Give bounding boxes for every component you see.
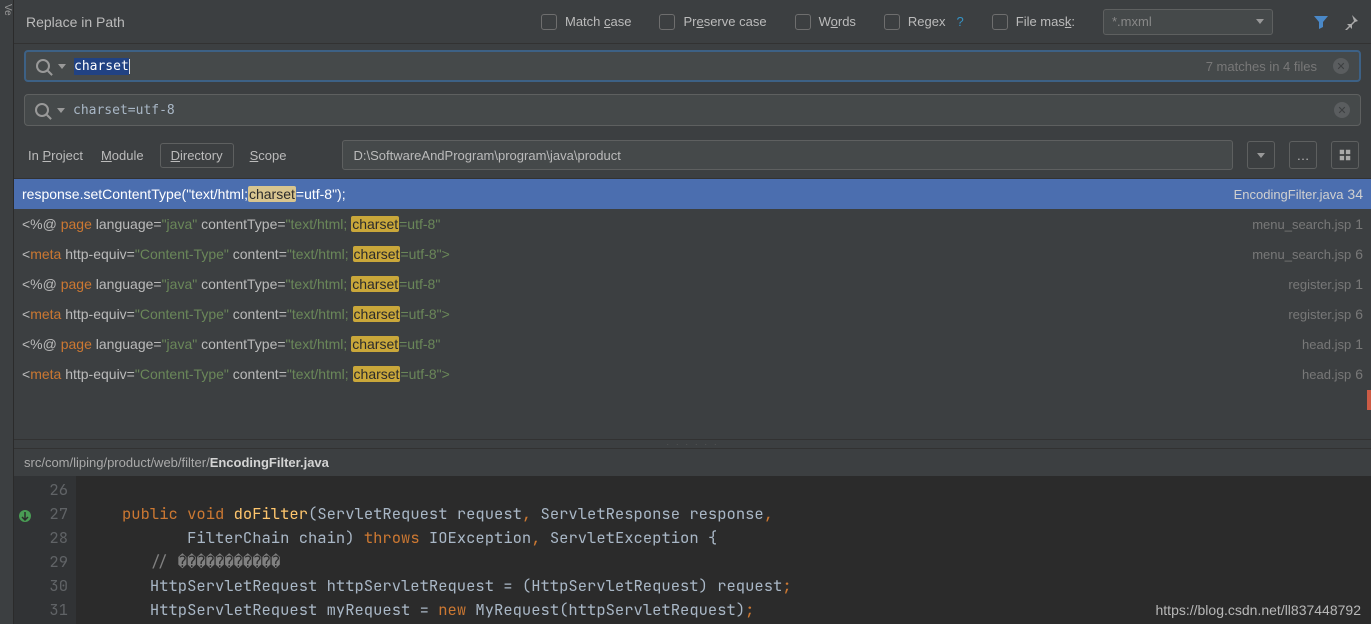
search-input[interactable]: charset [74,59,1198,74]
chevron-down-icon [1256,19,1264,24]
search-history-dropdown[interactable] [58,64,66,69]
scope-directory[interactable]: Directory [160,143,234,168]
preserve-case-checkbox[interactable]: Preserve case [659,14,766,30]
path-dropdown-button[interactable] [1247,141,1275,169]
result-row[interactable]: <%@ page language="java" contentType="te… [14,269,1371,299]
splitter-handle[interactable]: · · · · · · [14,439,1371,449]
scope-row: In Project Module Directory Scope D:\Sof… [14,132,1371,179]
preview-breadcrumb: src/com/liping/product/web/filter/Encodi… [14,449,1371,476]
browse-path-button[interactable]: … [1289,141,1317,169]
result-row[interactable]: <meta http-equiv="Content-Type" content=… [14,359,1371,389]
regex-checkbox[interactable]: Regex? [884,14,964,30]
titlebar: Replace in Path Match case Preserve case… [14,0,1371,44]
error-stripe-marker[interactable] [1367,390,1371,410]
words-checkbox[interactable]: Words [795,14,856,30]
replace-input[interactable]: charset=utf-8 [73,103,1326,118]
scope-module[interactable]: Module [99,144,146,167]
scope-in-project[interactable]: In Project [26,144,85,167]
search-icon [35,103,49,117]
left-tool-strip[interactable]: Ve B a [0,0,14,624]
search-field[interactable]: charset 7 matches in 4 files ✕ [24,50,1361,82]
results-list: response.setContentType("text/html;chars… [14,179,1371,389]
result-row[interactable]: <%@ page language="java" contentType="te… [14,209,1371,239]
result-row[interactable]: <meta http-equiv="Content-Type" content=… [14,239,1371,269]
match-case-checkbox[interactable]: Match case [541,14,631,30]
clear-search-icon[interactable]: ✕ [1333,58,1349,74]
replace-history-dropdown[interactable] [57,108,65,113]
regex-help-icon[interactable]: ? [957,14,964,29]
pin-icon[interactable] [1343,14,1359,30]
replace-field[interactable]: charset=utf-8 ✕ [24,94,1361,126]
file-mask-input[interactable]: *.mxml [1103,9,1273,35]
recursive-toggle-button[interactable] [1331,141,1359,169]
match-count: 7 matches in 4 files [1206,59,1317,74]
result-row[interactable]: response.setContentType("text/html;chars… [14,179,1371,209]
result-row[interactable]: <%@ page language="java" contentType="te… [14,329,1371,359]
replace-in-path-dialog: Replace in Path Match case Preserve case… [14,0,1371,624]
watermark: https://blog.csdn.net/ll837448792 [1156,602,1362,618]
directory-path-input[interactable]: D:\SoftwareAndProgram\program\java\produ… [342,140,1233,170]
search-icon [36,59,50,73]
clear-replace-icon[interactable]: ✕ [1334,102,1350,118]
result-row[interactable]: <meta http-equiv="Content-Type" content=… [14,299,1371,329]
filter-icon[interactable] [1313,14,1329,30]
scope-scope[interactable]: Scope [248,144,289,167]
override-gutter-icon[interactable] [18,506,32,520]
file-mask-checkbox[interactable]: File mask: [992,14,1075,30]
dialog-title: Replace in Path [26,14,125,30]
